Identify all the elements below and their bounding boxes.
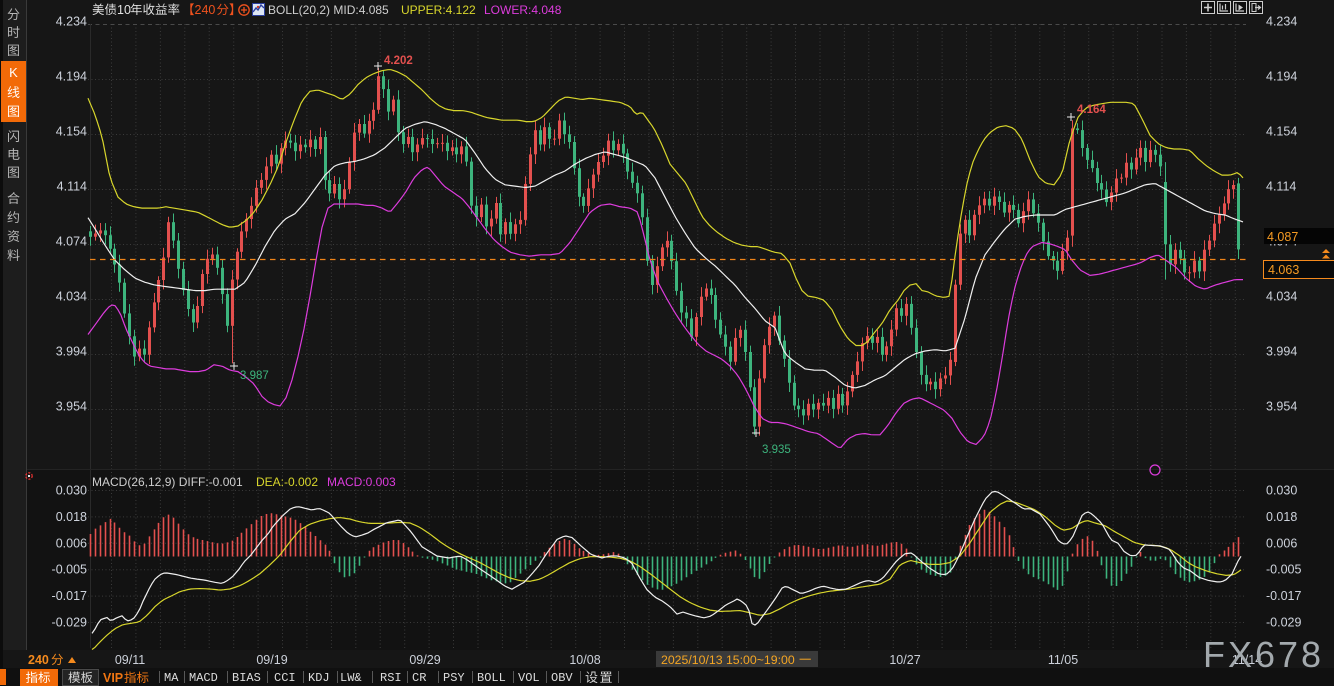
svg-text:CR: CR — [412, 671, 426, 685]
svg-text:3.954: 3.954 — [56, 400, 87, 414]
svg-text:0.006: 0.006 — [1266, 536, 1297, 550]
svg-text:4.164: 4.164 — [1077, 104, 1106, 116]
svg-text:LOWER:4.048: LOWER:4.048 — [484, 3, 562, 17]
svg-text:2025/10/13 15:00~19:00: 2025/10/13 15:00~19:00 — [661, 653, 795, 667]
svg-text:0.030: 0.030 — [56, 484, 87, 498]
svg-text:240: 240 — [195, 3, 216, 17]
svg-text:4.194: 4.194 — [1266, 70, 1297, 84]
svg-text:4.114: 4.114 — [1266, 180, 1296, 194]
svg-text:0.006: 0.006 — [56, 536, 87, 550]
svg-text:-0.029: -0.029 — [52, 616, 87, 630]
svg-text:3.987: 3.987 — [240, 370, 269, 382]
svg-text:11/05: 11/05 — [1048, 653, 1078, 667]
svg-text:3.935: 3.935 — [762, 444, 791, 456]
svg-text:3.994: 3.994 — [1266, 345, 1297, 359]
svg-text:0.030: 0.030 — [1266, 484, 1297, 498]
svg-text:-0.017: -0.017 — [52, 589, 87, 603]
svg-text:240: 240 — [28, 653, 49, 667]
svg-text:VOL: VOL — [518, 671, 540, 685]
svg-text:4.114: 4.114 — [57, 180, 87, 194]
svg-text:4.074: 4.074 — [56, 235, 87, 249]
svg-text:OBV: OBV — [551, 671, 573, 685]
svg-text:CCI: CCI — [274, 671, 296, 685]
svg-text:-0.017: -0.017 — [1266, 589, 1301, 603]
svg-text:DEA:-0.002: DEA:-0.002 — [256, 475, 318, 489]
svg-text:K: K — [9, 65, 18, 80]
svg-text:KDJ: KDJ — [308, 671, 330, 685]
svg-text:4.154: 4.154 — [56, 125, 87, 139]
svg-text:-0.005: -0.005 — [1266, 563, 1301, 577]
svg-text:4.194: 4.194 — [56, 70, 87, 84]
svg-text:MACD: MACD — [189, 671, 218, 685]
svg-text:4.234: 4.234 — [56, 15, 87, 29]
svg-text:MACD:0.003: MACD:0.003 — [327, 475, 396, 489]
svg-text:0.018: 0.018 — [56, 510, 87, 524]
svg-text:BOLL(20,2) MID:4.085: BOLL(20,2) MID:4.085 — [268, 3, 389, 17]
svg-text:4.034: 4.034 — [1266, 290, 1297, 304]
svg-text:-0.005: -0.005 — [52, 563, 87, 577]
svg-text:4.154: 4.154 — [1266, 125, 1297, 139]
svg-text:10: 10 — [117, 3, 131, 17]
svg-text:BIAS: BIAS — [232, 671, 261, 685]
svg-text:4.234: 4.234 — [1266, 15, 1297, 29]
svg-text:10/08: 10/08 — [569, 653, 600, 667]
svg-text:10/27: 10/27 — [889, 653, 920, 667]
svg-text:BOLL: BOLL — [477, 671, 506, 685]
svg-text:4.202: 4.202 — [384, 55, 413, 67]
svg-text:4.034: 4.034 — [56, 290, 87, 304]
svg-text:PSY: PSY — [443, 671, 465, 685]
svg-text:RSI: RSI — [380, 671, 402, 685]
svg-text:MACD(26,12,9) DIFF:-0.001: MACD(26,12,9) DIFF:-0.001 — [92, 475, 243, 489]
svg-text:0.018: 0.018 — [1266, 510, 1297, 524]
svg-text:4.063: 4.063 — [1268, 263, 1299, 277]
svg-text:LW&: LW& — [340, 671, 362, 685]
svg-text:4.087: 4.087 — [1267, 230, 1298, 244]
svg-text:09/19: 09/19 — [256, 653, 287, 667]
svg-text:UPPER:4.122: UPPER:4.122 — [401, 3, 476, 17]
svg-text:FX678: FX678 — [1203, 634, 1324, 675]
svg-text:MA: MA — [164, 671, 179, 685]
svg-text:09/29: 09/29 — [409, 653, 440, 667]
svg-text:3.994: 3.994 — [56, 345, 87, 359]
svg-text:09/11: 09/11 — [115, 653, 145, 667]
svg-text:3.954: 3.954 — [1266, 400, 1297, 414]
svg-text:VIP: VIP — [103, 671, 123, 685]
svg-text:-0.029: -0.029 — [1266, 616, 1301, 630]
